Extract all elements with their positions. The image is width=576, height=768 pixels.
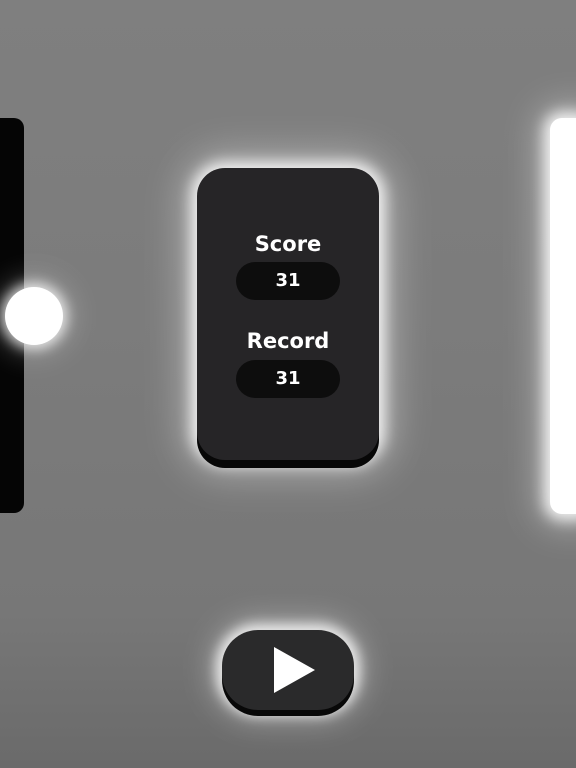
play-button[interactable]: [222, 630, 354, 710]
score-card: Score 31 Record 31: [197, 168, 379, 460]
play-icon: [274, 647, 315, 693]
score-label: Score: [254, 232, 322, 256]
record-value: 31: [236, 360, 340, 398]
ball: [5, 287, 63, 345]
right-paddle: [550, 118, 576, 514]
record-label: Record: [246, 329, 330, 353]
score-value: 31: [236, 262, 340, 300]
